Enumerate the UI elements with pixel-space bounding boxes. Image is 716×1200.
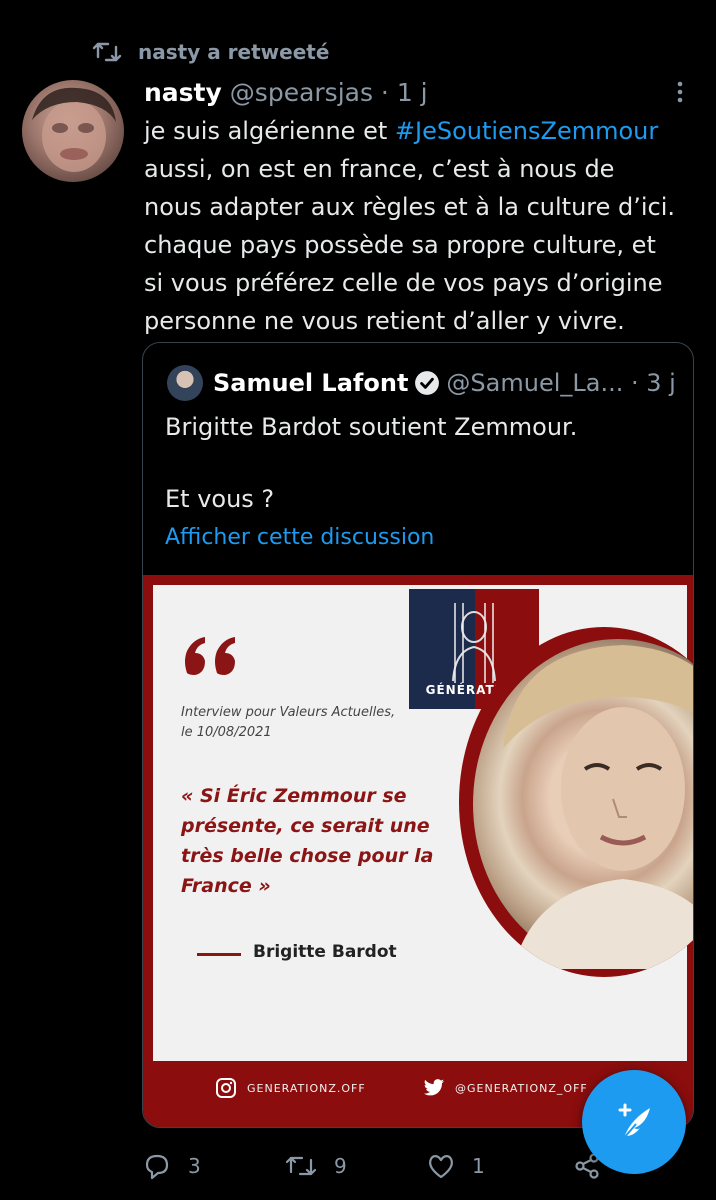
like-button[interactable]: 1 [426, 1152, 572, 1180]
portrait-face [503, 645, 693, 969]
quoted-author-avatar[interactable] [167, 365, 203, 401]
more-vertical-icon[interactable] [668, 80, 692, 104]
instagram-icon [216, 1078, 236, 1098]
tweet-text-segment: je suis algérienne et [144, 117, 395, 145]
instagram-handle: GENERATIONZ.OFF [247, 1081, 366, 1095]
verified-badge-icon [415, 371, 440, 395]
author-name[interactable]: nasty [144, 78, 222, 107]
quoted-tweet-text: Brigitte Bardot soutient Zemmour. Et vou… [165, 413, 578, 513]
image-panel: Interview pour Valeurs Actuelles, le 10/… [153, 585, 693, 1061]
quoted-author-handle[interactable]: @Samuel_La... · 3 j [446, 369, 675, 397]
retweet-context: nasty a retweeté [92, 36, 329, 68]
quoted-tweet-image[interactable]: Interview pour Valeurs Actuelles, le 10/… [143, 575, 693, 1127]
interview-line: Interview pour Valeurs Actuelles, [181, 705, 396, 720]
twitter-handle: @GENERATIONZ_OFF [455, 1081, 588, 1095]
quote-line: présente, ce serait une [181, 815, 430, 837]
tweet-text: je suis algérienne et #JeSoutiensZemmour… [144, 112, 704, 340]
compose-tweet-button[interactable] [582, 1070, 686, 1174]
quote-signature: Brigitte Bardot [253, 942, 397, 962]
bardot-quote: « Si Éric Zemmour se présente, ce serait… [181, 781, 451, 901]
reply-count: 3 [188, 1154, 201, 1178]
instagram-credit: GENERATIONZ.OFF [215, 1071, 366, 1105]
quoted-tweet-header: Samuel Lafont @Samuel_La... · 3 j [167, 365, 676, 401]
interview-date: le 10/08/2021 [181, 725, 272, 740]
hashtag-link[interactable]: #JeSoutiensZemmour [395, 117, 658, 145]
show-thread-link[interactable]: Afficher cette discussion [165, 525, 434, 550]
tweet-line: personne ne vous retient d’aller y vivre… [144, 307, 625, 335]
twitter-credit: @GENERATIONZ_OFF [423, 1071, 588, 1105]
tweet-line: aussi, on est en france, c’est à nous de [144, 155, 615, 183]
tweet-header: nasty @spearsjas · 1 j [144, 74, 428, 110]
tweet-actions: 3 9 1 [142, 1146, 622, 1186]
quote-line: très belle chose pour la [181, 845, 434, 867]
quoted-author-name[interactable]: Samuel Lafont [213, 369, 408, 397]
tweet-line: je suis algérienne et #JeSoutiensZemmour [144, 112, 704, 150]
author-avatar[interactable] [22, 80, 124, 182]
quotation-marks-icon [185, 637, 235, 675]
quote-line: « Si Éric Zemmour se [181, 785, 407, 807]
compose-feather-icon [618, 1103, 650, 1139]
author-handle[interactable]: @spearsjas · 1 j [230, 78, 428, 107]
reply-icon [145, 1154, 169, 1180]
retweet-count: 9 [334, 1154, 347, 1178]
retweet-icon [92, 42, 122, 62]
retweet-button[interactable]: 9 [284, 1152, 426, 1180]
retweet-label: nasty a retweeté [138, 40, 330, 64]
quoted-tweet[interactable]: Samuel Lafont @Samuel_La... · 3 j Brigit… [142, 342, 694, 1128]
avatar-photo [32, 87, 116, 172]
bardot-portrait [459, 627, 693, 977]
twitter-bird-icon [423, 1079, 445, 1096]
tweet-line: chaque pays possède sa propre culture, e… [144, 231, 656, 259]
reply-button[interactable]: 3 [142, 1151, 284, 1181]
signature-dash [197, 953, 241, 956]
interview-caption: Interview pour Valeurs Actuelles, le 10/… [181, 703, 411, 743]
retweet-action-icon [285, 1156, 317, 1176]
tweet-line: si vous préférez celle de vos pays d’ori… [144, 269, 663, 297]
like-count: 1 [472, 1154, 485, 1178]
quote-line: France » [181, 875, 271, 897]
heart-icon [429, 1155, 453, 1179]
tweet-line: nous adapter aux règles et à la culture … [144, 193, 676, 221]
